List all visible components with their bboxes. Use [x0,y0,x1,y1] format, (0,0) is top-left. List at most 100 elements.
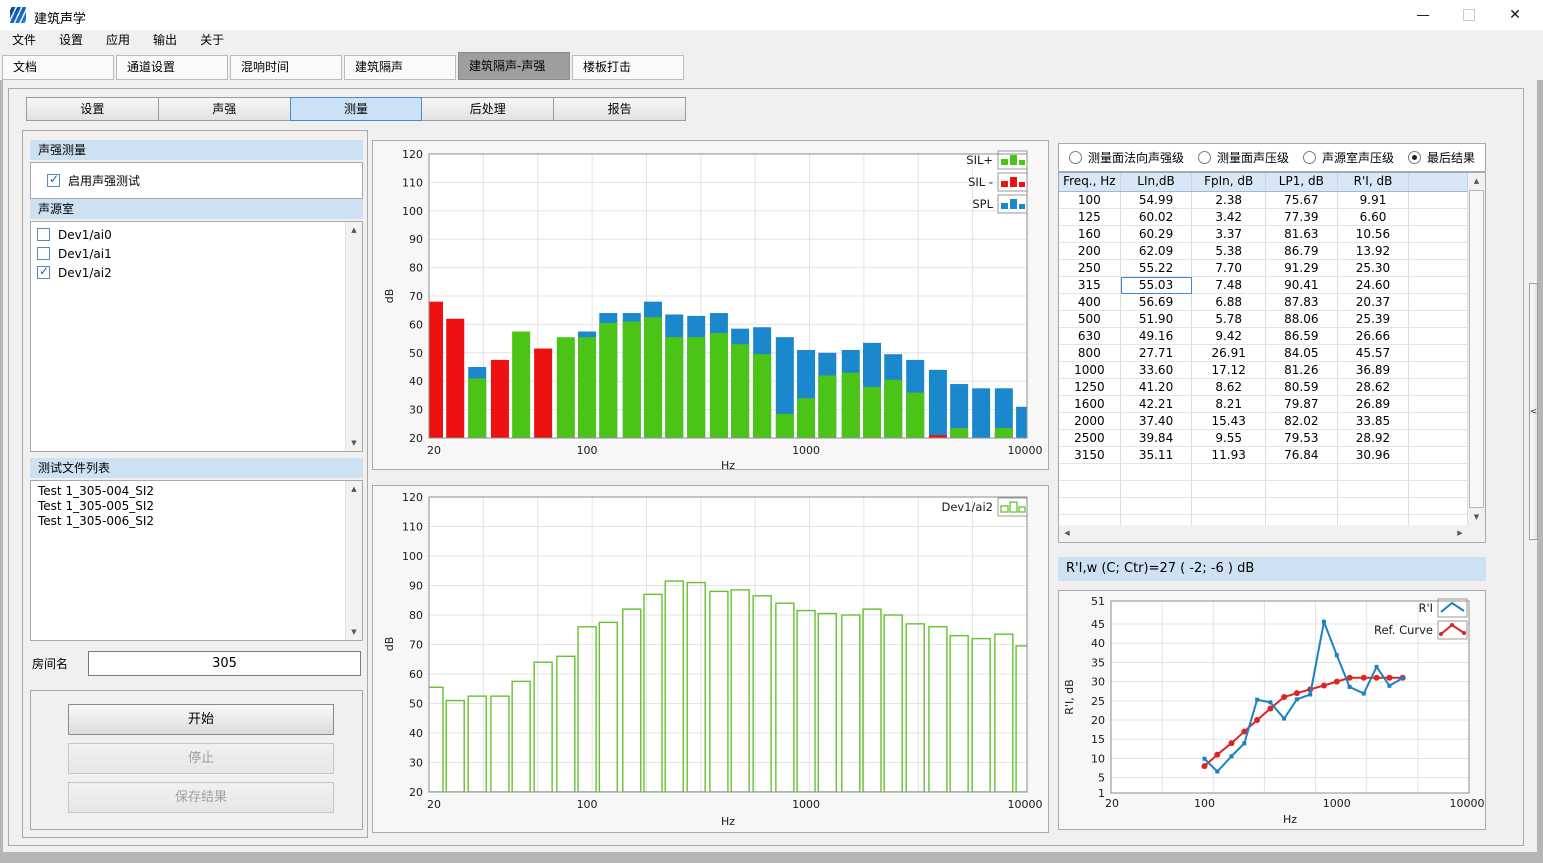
table-header-cell[interactable]: R'I, dB [1338,173,1410,191]
table-cell[interactable] [1409,294,1468,311]
table-cell[interactable] [1059,515,1121,525]
tab-2[interactable]: 混响时间 [230,55,342,80]
table-cell[interactable]: 2500 [1059,430,1121,447]
table-cell[interactable]: 77.39 [1266,209,1338,226]
enable-si-checkbox[interactable]: ✓ [47,174,60,187]
table-header-cell[interactable] [1409,173,1468,191]
table-cell[interactable]: 51.90 [1121,311,1193,328]
tab-4[interactable]: 建筑隔声-声强 [458,52,570,80]
table-cell[interactable]: 2000 [1059,413,1121,430]
table-cell[interactable]: 26.91 [1192,345,1266,362]
subtab-3[interactable]: 后处理 [421,97,554,121]
scroll-left-icon[interactable]: ◀ [1059,525,1075,542]
menu-item-0[interactable]: 文件 [1,30,47,51]
table-cell[interactable] [1059,498,1121,515]
table-cell[interactable]: 84.05 [1266,345,1338,362]
menu-item-1[interactable]: 设置 [48,30,94,51]
table-cell[interactable] [1121,464,1193,481]
table-cell[interactable] [1338,498,1410,515]
table-cell[interactable] [1059,481,1121,498]
table-cell[interactable] [1266,464,1338,481]
table-cell[interactable] [1121,515,1193,525]
table-cell[interactable] [1409,464,1468,481]
table-cell[interactable]: 8.62 [1192,379,1266,396]
channel-list-scrollbar[interactable]: ▲ ▼ [345,222,362,451]
table-cell[interactable]: 630 [1059,328,1121,345]
table-cell[interactable] [1409,379,1468,396]
scroll-right-icon[interactable]: ▶ [1452,525,1468,542]
tab-3[interactable]: 建筑隔声 [344,55,456,80]
table-cell[interactable]: 42.21 [1121,396,1193,413]
table-cell[interactable]: 10.56 [1338,226,1410,243]
file-list-item[interactable]: Test 1_305-004_SI2 [31,484,362,499]
table-cell[interactable]: 26.89 [1338,396,1410,413]
radio-icon[interactable] [1408,151,1421,164]
table-cell[interactable]: 56.69 [1121,294,1193,311]
channel-row[interactable]: Dev1/ai0 [31,225,362,244]
scroll-down-icon[interactable]: ▼ [346,435,362,451]
channel-row[interactable]: ✓Dev1/ai2 [31,263,362,282]
table-cell[interactable] [1409,192,1468,209]
channel-checkbox[interactable]: ✓ [37,266,50,279]
menu-item-3[interactable]: 输出 [142,30,188,51]
table-cell[interactable]: 28.92 [1338,430,1410,447]
table-cell[interactable]: 2.38 [1192,192,1266,209]
table-cell[interactable] [1266,481,1338,498]
side-panel-expander[interactable]: < [1529,283,1538,540]
subtab-4[interactable]: 报告 [553,97,686,121]
table-cell[interactable]: 1600 [1059,396,1121,413]
table-cell[interactable]: 7.70 [1192,260,1266,277]
table-header-cell[interactable]: Freq., Hz [1059,173,1121,191]
table-cell[interactable]: 75.67 [1266,192,1338,209]
menu-item-4[interactable]: 关于 [189,30,235,51]
table-cell[interactable]: 91.29 [1266,260,1338,277]
table-cell[interactable]: 79.53 [1266,430,1338,447]
table-cell[interactable]: 36.89 [1338,362,1410,379]
radio-icon[interactable] [1069,151,1082,164]
table-cell[interactable]: 250 [1059,260,1121,277]
table-cell[interactable]: 9.42 [1192,328,1266,345]
minimize-button[interactable] [1400,0,1446,30]
table-cell[interactable] [1059,464,1121,481]
table-cell[interactable] [1192,464,1266,481]
file-list-item[interactable]: Test 1_305-005_SI2 [31,499,362,514]
table-cell[interactable] [1409,413,1468,430]
table-header-cell[interactable]: LIn,dB [1121,173,1193,191]
table-cell[interactable]: 33.60 [1121,362,1193,379]
table-cell[interactable]: 81.63 [1266,226,1338,243]
table-cell[interactable] [1121,498,1193,515]
channel-checkbox[interactable] [37,228,50,241]
tab-5[interactable]: 楼板打击 [572,55,684,80]
table-cell[interactable]: 5.38 [1192,243,1266,260]
table-cell[interactable]: 86.79 [1266,243,1338,260]
table-cell[interactable]: 3.37 [1192,226,1266,243]
table-cell[interactable] [1192,498,1266,515]
table-cell[interactable] [1409,362,1468,379]
table-cell[interactable] [1409,447,1468,464]
table-header-cell[interactable]: FpIn, dB [1192,173,1266,191]
scroll-up-icon[interactable]: ▲ [346,222,362,238]
file-list-item[interactable]: Test 1_305-006_SI2 [31,514,362,529]
table-cell[interactable]: 9.91 [1338,192,1410,209]
table-cell[interactable]: 100 [1059,192,1121,209]
table-cell[interactable] [1338,481,1410,498]
table-cell[interactable]: 26.66 [1338,328,1410,345]
table-cell[interactable]: 33.85 [1338,413,1410,430]
table-horizontal-scrollbar[interactable]: ◀ ▶ [1059,525,1468,542]
table-cell[interactable]: 60.02 [1121,209,1193,226]
maximize-button[interactable] [1446,0,1492,30]
selected-table-cell[interactable]: 55.03 [1121,277,1193,294]
tab-0[interactable]: 文档 [2,55,114,80]
table-cell[interactable]: 54.99 [1121,192,1193,209]
enable-si-row[interactable]: ✓ 启用声强测试 [31,163,362,198]
table-cell[interactable]: 8.21 [1192,396,1266,413]
table-cell[interactable] [1409,498,1468,515]
table-cell[interactable]: 500 [1059,311,1121,328]
radio-icon[interactable] [1303,151,1316,164]
save-results-button[interactable]: 保存结果 [68,782,334,813]
table-cell[interactable]: 76.84 [1266,447,1338,464]
table-cell[interactable] [1192,481,1266,498]
table-cell[interactable]: 90.41 [1266,277,1338,294]
table-cell[interactable]: 9.55 [1192,430,1266,447]
table-cell[interactable] [1338,464,1410,481]
